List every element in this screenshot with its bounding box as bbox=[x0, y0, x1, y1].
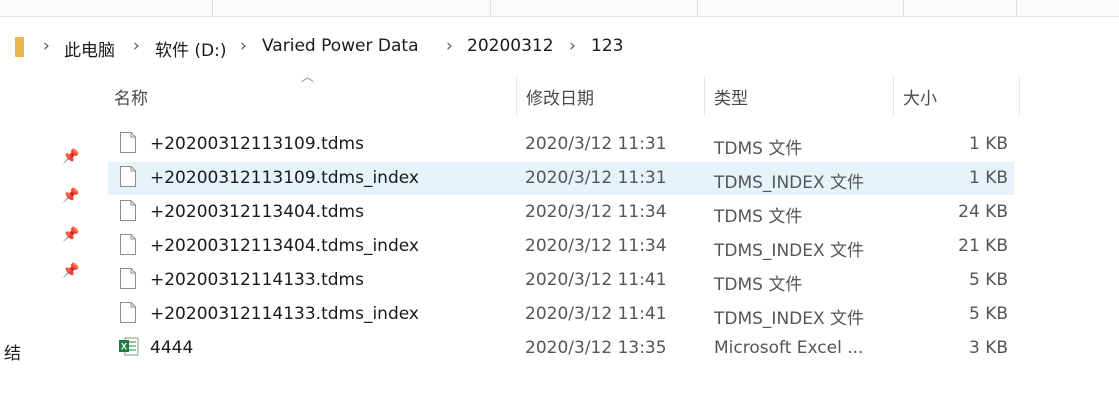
column-header-type[interactable]: 类型 bbox=[714, 84, 748, 109]
file-row[interactable]: X 4444 2020/3/12 13:35 Microsoft Excel ... 3… bbox=[108, 332, 1014, 365]
file-type: TDMS 文件 bbox=[714, 275, 803, 295]
file-type: TDMS 文件 bbox=[714, 207, 803, 227]
pin-icon[interactable]: 📌 bbox=[62, 188, 79, 204]
column-divider[interactable] bbox=[704, 76, 705, 116]
file-row[interactable]: +20200312113404.tdms 2020/3/12 11:34 TDMS … bbox=[108, 196, 1014, 229]
breadcrumb-item[interactable]: 此电脑 bbox=[64, 36, 115, 61]
file-name: +20200312113109.tdms_index bbox=[150, 168, 419, 188]
column-header-name[interactable]: 名称 bbox=[114, 84, 148, 109]
svg-text:X: X bbox=[121, 342, 127, 352]
file-size: 1 KB bbox=[968, 168, 1008, 188]
file-name: 4444 bbox=[150, 338, 194, 358]
folder-icon bbox=[15, 37, 24, 57]
file-row[interactable]: +20200312113109.tdms_index 2020/3/12 11:3… bbox=[108, 162, 1014, 195]
file-type: TDMS 文件 bbox=[714, 139, 803, 159]
pin-icon[interactable]: 📌 bbox=[62, 149, 79, 165]
file-date: 2020/3/12 11:34 bbox=[525, 202, 667, 222]
file-date: 2020/3/12 11:41 bbox=[525, 270, 667, 290]
ribbon-divider bbox=[1016, 0, 1017, 16]
sidebar-item-partial[interactable]: 结 bbox=[4, 339, 21, 364]
file-name: +20200312114133.tdms bbox=[150, 270, 364, 290]
file-size: 3 KB bbox=[968, 338, 1008, 358]
file-date: 2020/3/12 11:31 bbox=[525, 168, 667, 188]
column-header-date[interactable]: 修改日期 bbox=[526, 84, 594, 109]
file-date: 2020/3/12 11:34 bbox=[525, 236, 667, 256]
file-size: 5 KB bbox=[968, 304, 1008, 324]
file-name: +20200312113404.tdms bbox=[150, 202, 364, 222]
file-name: +20200312113404.tdms_index bbox=[150, 236, 419, 256]
file-size: 21 KB bbox=[958, 236, 1008, 256]
file-size: 1 KB bbox=[968, 134, 1008, 154]
file-date: 2020/3/12 11:31 bbox=[525, 134, 667, 154]
excel-icon: X bbox=[119, 337, 139, 356]
file-date: 2020/3/12 11:41 bbox=[525, 304, 667, 324]
ribbon-strip bbox=[0, 0, 1119, 17]
file-icon bbox=[120, 166, 136, 187]
breadcrumb-item[interactable]: Varied Power Data bbox=[262, 36, 419, 56]
column-divider[interactable] bbox=[516, 76, 517, 116]
file-size: 5 KB bbox=[968, 270, 1008, 290]
file-row[interactable]: +20200312113109.tdms 2020/3/12 11:31 TDMS … bbox=[108, 128, 1014, 161]
chevron-right-icon: › bbox=[43, 36, 50, 56]
pin-icon[interactable]: 📌 bbox=[62, 227, 79, 243]
column-divider[interactable] bbox=[893, 76, 894, 116]
file-type: Microsoft Excel ... bbox=[714, 338, 864, 358]
column-header-size[interactable]: 大小 bbox=[903, 84, 937, 109]
ribbon-divider bbox=[903, 0, 904, 16]
chevron-right-icon[interactable]: › bbox=[446, 36, 453, 56]
breadcrumb-item[interactable]: 软件 (D:) bbox=[155, 36, 227, 61]
file-row[interactable]: +20200312114133.tdms_index 2020/3/12 11:4… bbox=[108, 298, 1014, 331]
file-icon bbox=[120, 234, 136, 255]
chevron-right-icon[interactable]: › bbox=[133, 36, 140, 56]
file-icon bbox=[120, 200, 136, 221]
file-icon bbox=[120, 268, 136, 289]
file-size: 24 KB bbox=[958, 202, 1008, 222]
file-icon bbox=[120, 302, 136, 323]
file-date: 2020/3/12 13:35 bbox=[525, 338, 667, 358]
sort-ascending-icon: ︿ bbox=[301, 70, 315, 85]
ribbon-divider bbox=[212, 0, 213, 16]
file-icon bbox=[120, 132, 136, 153]
chevron-right-icon[interactable]: › bbox=[240, 36, 247, 56]
chevron-right-icon[interactable]: › bbox=[569, 36, 576, 56]
file-row[interactable]: +20200312114133.tdms 2020/3/12 11:41 TDMS … bbox=[108, 264, 1014, 297]
breadcrumb-item[interactable]: 20200312 bbox=[467, 36, 554, 56]
file-row[interactable]: +20200312113404.tdms_index 2020/3/12 11:3… bbox=[108, 230, 1014, 263]
file-name: +20200312114133.tdms_index bbox=[150, 304, 419, 324]
file-type: TDMS_INDEX 文件 bbox=[714, 309, 865, 329]
pin-icon[interactable]: 📌 bbox=[62, 263, 79, 279]
ribbon-divider bbox=[490, 0, 491, 16]
column-divider[interactable] bbox=[1019, 76, 1020, 116]
file-name: +20200312113109.tdms bbox=[150, 134, 364, 154]
file-type: TDMS_INDEX 文件 bbox=[714, 173, 865, 193]
file-type: TDMS_INDEX 文件 bbox=[714, 241, 865, 261]
ribbon-divider bbox=[697, 0, 698, 16]
breadcrumb-item[interactable]: 123 bbox=[591, 36, 623, 56]
